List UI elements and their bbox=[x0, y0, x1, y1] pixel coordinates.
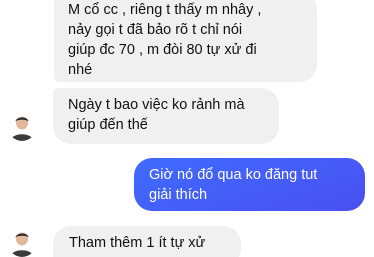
incoming-message-bubble[interactable]: Ngày t bao việc ko rảnh mà giúp đến thế bbox=[53, 88, 279, 144]
incoming-message-bubble[interactable]: M cổ cc , riêng t thấy m nhây , nảy gọi … bbox=[54, 0, 317, 82]
incoming-message-bubble[interactable]: Tham thêm 1 ít tự xử bbox=[53, 226, 241, 257]
contact-avatar-icon[interactable] bbox=[8, 229, 36, 257]
chat-conversation: M cổ cc , riêng t thấy m nhây , nảy gọi … bbox=[0, 0, 374, 257]
outgoing-message-bubble[interactable]: Giờ nó đổ qua ko đăng tut giải thích bbox=[134, 158, 365, 211]
contact-avatar-icon[interactable] bbox=[8, 113, 36, 141]
